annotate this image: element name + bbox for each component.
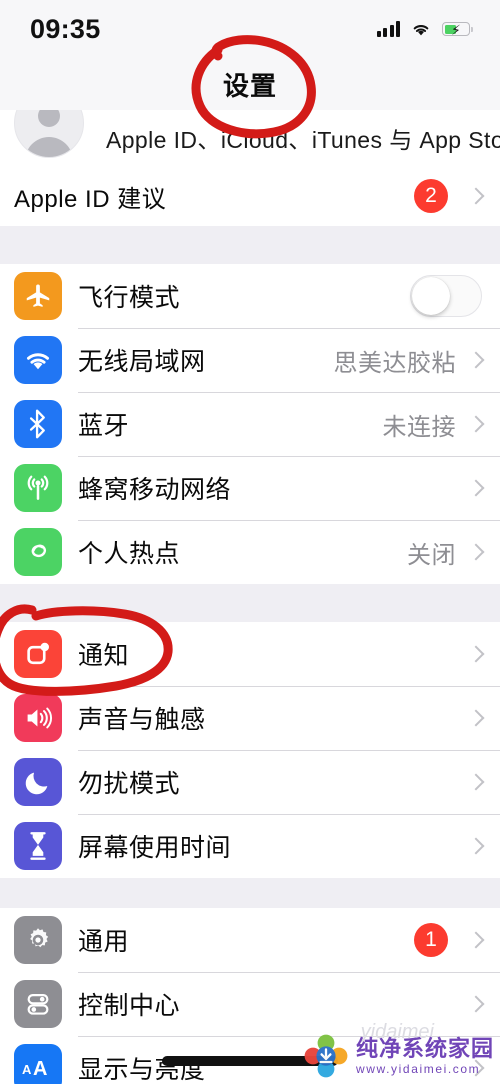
row-label: 声音与触感 bbox=[78, 706, 206, 734]
row-label: 通知 bbox=[78, 642, 130, 670]
airplane-mode-toggle[interactable] bbox=[410, 275, 482, 317]
row-label: 蜂窝移动网络 bbox=[78, 476, 232, 504]
sidebar-item-do-not-disturb[interactable]: 勿扰模式 bbox=[0, 750, 500, 814]
group-separator bbox=[0, 226, 500, 264]
watermark-title: 纯净系统家园 bbox=[355, 1035, 494, 1061]
chevron-right-icon bbox=[467, 645, 485, 663]
row-value: 未连接 bbox=[382, 413, 456, 441]
chevron-right-icon bbox=[467, 187, 485, 205]
charging-bolt-icon: ⚡ bbox=[451, 22, 461, 38]
watermark-url: www.yidaimei.com bbox=[355, 1061, 481, 1076]
row-label: 蓝牙 bbox=[78, 412, 130, 440]
row-label: 无线局域网 bbox=[78, 348, 206, 376]
hourglass-icon bbox=[14, 822, 62, 870]
status-badge: 2 bbox=[414, 179, 448, 213]
chevron-right-icon bbox=[467, 837, 485, 855]
status-bar-clock: 09:35 bbox=[30, 13, 101, 44]
sidebar-item-personal-hotspot[interactable]: 个人热点 关闭 bbox=[0, 520, 500, 584]
airplane-icon bbox=[14, 272, 62, 320]
wifi-icon bbox=[413, 25, 429, 36]
wifi-icon bbox=[14, 336, 62, 384]
row-label: 通用 bbox=[78, 928, 130, 956]
chevron-right-icon bbox=[467, 479, 485, 497]
sidebar-item-apple-id-suggestions[interactable]: Apple ID 建议 2 bbox=[0, 166, 500, 226]
cellular-signal-icon bbox=[376, 21, 400, 37]
row-label: 飞行模式 bbox=[78, 284, 181, 312]
chevron-right-icon bbox=[467, 773, 485, 791]
ios-settings-screen: 09:35 ⚡ 设置 Apple ID、iCloud、iTunes 与 App … bbox=[0, 0, 500, 1084]
battery-charging-icon: ⚡ bbox=[442, 22, 473, 38]
sidebar-item-airplane-mode[interactable]: 飞行模式 bbox=[0, 264, 500, 328]
avatar bbox=[14, 110, 84, 158]
download-arrow-logo-icon bbox=[304, 1034, 348, 1078]
sidebar-item-sounds-haptics[interactable]: 声音与触感 bbox=[0, 686, 500, 750]
chevron-right-icon bbox=[467, 995, 485, 1013]
chevron-right-icon bbox=[467, 543, 485, 561]
moon-icon bbox=[14, 758, 62, 806]
group-separator bbox=[0, 584, 500, 622]
svg-text:A: A bbox=[22, 1062, 32, 1077]
notifications-group: 通知 声音与触感 勿扰模式 屏幕使用时间 bbox=[0, 622, 500, 878]
group-separator bbox=[0, 878, 500, 908]
navigation-bar: 设置 bbox=[0, 58, 500, 110]
row-label: 控制中心 bbox=[78, 992, 181, 1020]
settings-list[interactable]: Apple ID、iCloud、iTunes 与 App Store Apple… bbox=[0, 110, 500, 1084]
apple-id-subtitle: Apple ID、iCloud、iTunes 与 App Store bbox=[106, 127, 500, 153]
chevron-right-icon bbox=[467, 351, 485, 369]
text-size-icon: A A bbox=[14, 1044, 62, 1084]
status-bar: 09:35 ⚡ bbox=[0, 0, 500, 58]
chevron-right-icon bbox=[467, 709, 485, 727]
sidebar-item-wifi[interactable]: 无线局域网 思美达胶粘 bbox=[0, 328, 500, 392]
row-value: 关闭 bbox=[407, 541, 456, 569]
speaker-icon bbox=[14, 694, 62, 742]
sidebar-item-screen-time[interactable]: 屏幕使用时间 bbox=[0, 814, 500, 878]
sidebar-item-notifications[interactable]: 通知 bbox=[0, 622, 500, 686]
row-value: 思美达胶粘 bbox=[333, 349, 456, 377]
svg-text:A: A bbox=[33, 1058, 47, 1080]
status-bar-indicators: ⚡ bbox=[376, 21, 473, 38]
row-label: 屏幕使用时间 bbox=[78, 834, 232, 862]
site-watermark: 纯净系统家园 www.yidaimei.com bbox=[304, 1034, 494, 1078]
row-label: 个人热点 bbox=[78, 540, 181, 568]
sidebar-item-general[interactable]: 通用 1 bbox=[0, 908, 500, 972]
apple-id-group: Apple ID、iCloud、iTunes 与 App Store Apple… bbox=[0, 110, 500, 226]
gear-icon bbox=[14, 916, 62, 964]
sidebar-item-bluetooth[interactable]: 蓝牙 未连接 bbox=[0, 392, 500, 456]
cellular-tower-icon bbox=[14, 464, 62, 512]
row-label: Apple ID 建议 bbox=[14, 185, 167, 213]
chevron-right-icon bbox=[467, 415, 485, 433]
bluetooth-icon bbox=[14, 400, 62, 448]
toggle-knob bbox=[412, 277, 450, 315]
sliders-icon bbox=[14, 980, 62, 1028]
connectivity-group: 飞行模式 无线局域网 思美达胶粘 蓝牙 未连接 蜂窝移动网络 个人热点 关闭 bbox=[0, 264, 500, 584]
status-badge: 1 bbox=[414, 923, 448, 957]
notification-badge-icon bbox=[14, 630, 62, 678]
chevron-right-icon bbox=[467, 931, 485, 949]
apple-id-row[interactable]: Apple ID、iCloud、iTunes 与 App Store bbox=[0, 110, 500, 166]
row-label: 勿扰模式 bbox=[78, 770, 181, 798]
hotspot-link-icon bbox=[14, 528, 62, 576]
page-title: 设置 bbox=[222, 70, 277, 101]
sidebar-item-cellular[interactable]: 蜂窝移动网络 bbox=[0, 456, 500, 520]
